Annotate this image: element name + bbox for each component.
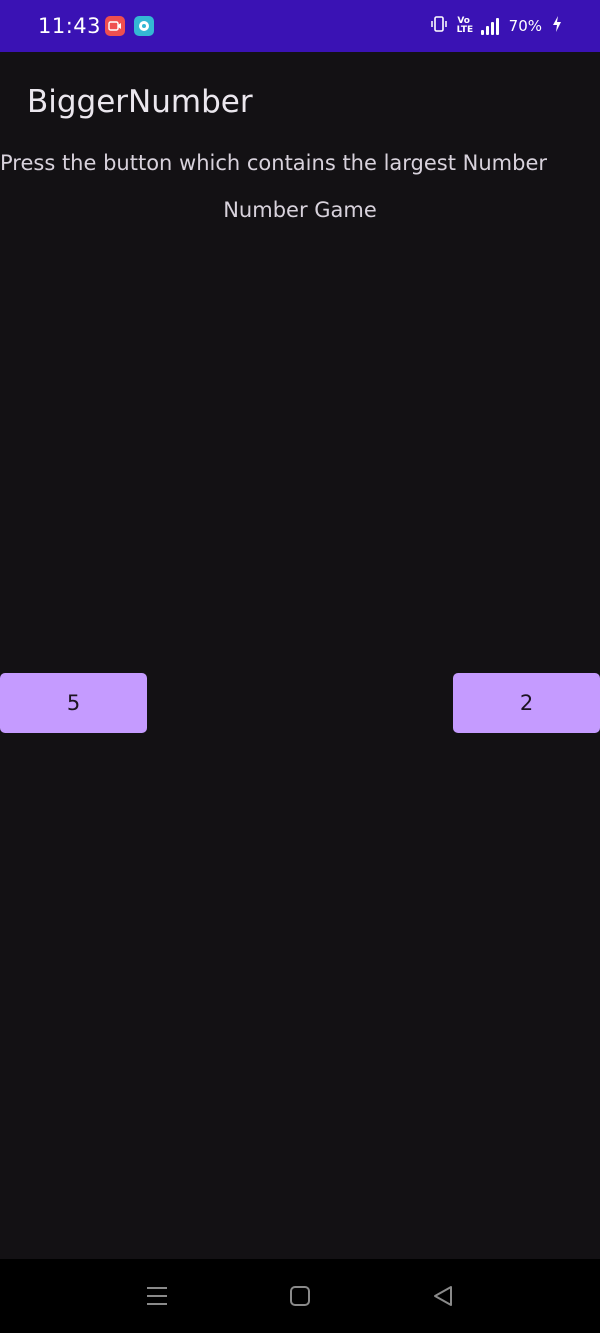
right-number-button[interactable]: 2 [453,673,600,733]
status-time: 11:43 [38,14,102,38]
left-number-button[interactable]: 5 [0,673,147,733]
game-label: Number Game [223,198,377,222]
home-icon[interactable] [289,1285,311,1312]
status-bar: 11:43 Vo LTE 70% [0,0,600,52]
screen-recorder-icon [105,16,125,36]
battery-charging-icon [552,16,562,36]
volte-icon: Vo LTE [456,16,474,35]
navigation-bar [0,1259,600,1333]
battery-percent: 70% [508,17,542,35]
vibrate-icon [430,15,447,37]
app-title: BiggerNumber [27,84,253,120]
recent-apps-icon[interactable] [146,1285,168,1312]
status-indicators: Vo LTE 70% [430,15,562,37]
back-icon[interactable] [432,1285,454,1312]
signal-icon [480,17,499,35]
chat-app-icon [134,16,154,36]
instruction-text: Press the button which contains the larg… [0,151,548,175]
